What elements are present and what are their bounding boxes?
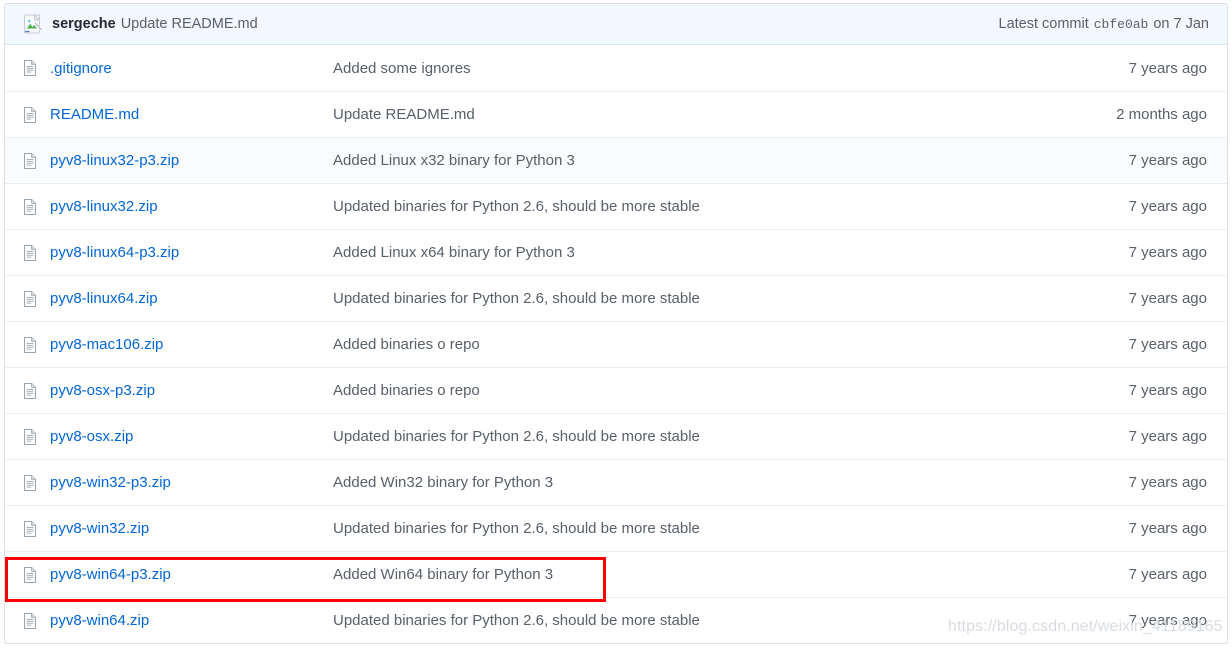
table-row[interactable]: pyv8-osx-p3.zip Added binaries o repo 7 ye… bbox=[5, 367, 1227, 413]
file-commit-age: 7 years ago bbox=[1128, 474, 1207, 491]
file-icon bbox=[5, 428, 50, 445]
file-icon bbox=[5, 520, 50, 537]
file-commit-message[interactable]: Updated binaries for Python 2.6, should … bbox=[333, 520, 1077, 537]
file-name-link[interactable]: pyv8-osx-p3.zip bbox=[50, 382, 333, 399]
file-commit-message[interactable]: Update README.md bbox=[333, 106, 1077, 123]
commit-message[interactable]: Update README.md bbox=[121, 16, 258, 32]
table-row[interactable]: pyv8-win32-p3.zip Added Win32 binary for … bbox=[5, 459, 1227, 505]
table-row[interactable]: pyv8-mac106.zip Added binaries o repo 7 ye… bbox=[5, 321, 1227, 367]
file-icon bbox=[5, 106, 50, 123]
file-commit-message[interactable]: Updated binaries for Python 2.6, should … bbox=[333, 612, 1077, 629]
file-icon bbox=[5, 198, 50, 215]
file-name-link[interactable]: pyv8-linux32-p3.zip bbox=[50, 152, 333, 169]
file-commit-message[interactable]: Added Win32 binary for Python 3 bbox=[333, 474, 1077, 491]
file-commit-message[interactable]: Updated binaries for Python 2.6, should … bbox=[333, 428, 1077, 445]
file-commit-age: 7 years ago bbox=[1128, 244, 1207, 261]
file-commit-message[interactable]: Added Linux x64 binary for Python 3 bbox=[333, 244, 1077, 261]
table-row[interactable]: pyv8-win32.zip Updated binaries for Pytho… bbox=[5, 505, 1227, 551]
file-icon bbox=[5, 474, 50, 491]
table-row[interactable]: README.md Update README.md 2 months ago bbox=[5, 91, 1227, 137]
file-commit-age: 2 months ago bbox=[1116, 106, 1207, 123]
broken-image-icon bbox=[23, 14, 43, 34]
file-commit-age: 7 years ago bbox=[1128, 382, 1207, 399]
table-row[interactable]: pyv8-linux32-p3.zip Added Linux x32 binar… bbox=[5, 137, 1227, 183]
file-name-link[interactable]: pyv8-win64.zip bbox=[50, 612, 333, 629]
file-commit-age: 7 years ago bbox=[1128, 59, 1207, 77]
file-commit-age: 7 years ago bbox=[1128, 198, 1207, 215]
file-name-link[interactable]: pyv8-win32-p3.zip bbox=[50, 474, 333, 491]
file-commit-message[interactable]: Updated binaries for Python 2.6, should … bbox=[333, 198, 1077, 215]
file-name-link[interactable]: README.md bbox=[50, 106, 333, 123]
file-commit-age: 7 years ago bbox=[1128, 152, 1207, 169]
file-commit-message[interactable]: Added binaries o repo bbox=[333, 336, 1077, 353]
file-icon bbox=[5, 566, 50, 583]
file-commit-message[interactable]: Updated binaries for Python 2.6, should … bbox=[333, 290, 1077, 307]
file-commit-age: 7 years ago bbox=[1128, 520, 1207, 537]
file-name-link[interactable]: pyv8-linux64-p3.zip bbox=[50, 244, 333, 261]
file-name-link[interactable]: pyv8-mac106.zip bbox=[50, 336, 333, 353]
file-icon bbox=[5, 60, 50, 76]
file-rows: .gitignore Added some ignores 7 years ago R… bbox=[5, 45, 1227, 643]
file-commit-age: 7 years ago bbox=[1128, 612, 1207, 629]
table-row[interactable]: pyv8-linux64.zip Updated binaries for Pyt… bbox=[5, 275, 1227, 321]
commit-date: on 7 Jan bbox=[1153, 16, 1209, 32]
file-commit-message[interactable]: Added binaries o repo bbox=[333, 382, 1077, 399]
commit-sha[interactable]: cbfe0ab bbox=[1094, 17, 1149, 32]
file-icon bbox=[5, 336, 50, 353]
file-name-link[interactable]: pyv8-win64-p3.zip bbox=[50, 566, 333, 583]
repository-file-browser: sergeche Update README.md Latest commit … bbox=[0, 0, 1232, 649]
file-name-link[interactable]: pyv8-linux32.zip bbox=[50, 198, 333, 215]
file-commit-age: 7 years ago bbox=[1128, 336, 1207, 353]
file-commit-message[interactable]: Added some ignores bbox=[333, 60, 1077, 77]
file-commit-message[interactable]: Added Linux x32 binary for Python 3 bbox=[333, 152, 1077, 169]
commit-author[interactable]: sergeche bbox=[52, 16, 116, 32]
table-row[interactable]: pyv8-win64-p3.zip Added Win64 binary for … bbox=[5, 551, 1227, 597]
table-row[interactable]: pyv8-linux64-p3.zip Added Linux x64 binar… bbox=[5, 229, 1227, 275]
file-name-link[interactable]: pyv8-linux64.zip bbox=[50, 290, 333, 307]
commit-meta: Latest commit cbfe0ab on 7 Jan bbox=[999, 16, 1210, 32]
file-name-link[interactable]: .gitignore bbox=[50, 60, 333, 77]
file-name-link[interactable]: pyv8-osx.zip bbox=[50, 428, 333, 445]
latest-commit-label: Latest commit bbox=[998, 16, 1089, 32]
file-commit-age: 7 years ago bbox=[1128, 290, 1207, 307]
file-commit-age: 7 years ago bbox=[1128, 428, 1207, 445]
file-icon bbox=[5, 290, 50, 307]
file-commit-message[interactable]: Added Win64 binary for Python 3 bbox=[333, 566, 1077, 583]
table-row[interactable]: .gitignore Added some ignores 7 years ago bbox=[5, 45, 1227, 91]
file-commit-age: 7 years ago bbox=[1128, 566, 1207, 583]
table-row[interactable]: pyv8-linux32.zip Updated binaries for Pyt… bbox=[5, 183, 1227, 229]
table-row[interactable]: pyv8-win64.zip Updated binaries for Pytho… bbox=[5, 597, 1227, 643]
file-icon bbox=[5, 382, 50, 399]
latest-commit-header: sergeche Update README.md Latest commit … bbox=[5, 4, 1227, 45]
file-icon bbox=[5, 244, 50, 261]
table-row[interactable]: pyv8-osx.zip Updated binaries for Python … bbox=[5, 413, 1227, 459]
file-icon bbox=[5, 612, 50, 629]
file-name-link[interactable]: pyv8-win32.zip bbox=[50, 520, 333, 537]
file-icon bbox=[5, 152, 50, 169]
file-list-container: sergeche Update README.md Latest commit … bbox=[4, 3, 1228, 644]
